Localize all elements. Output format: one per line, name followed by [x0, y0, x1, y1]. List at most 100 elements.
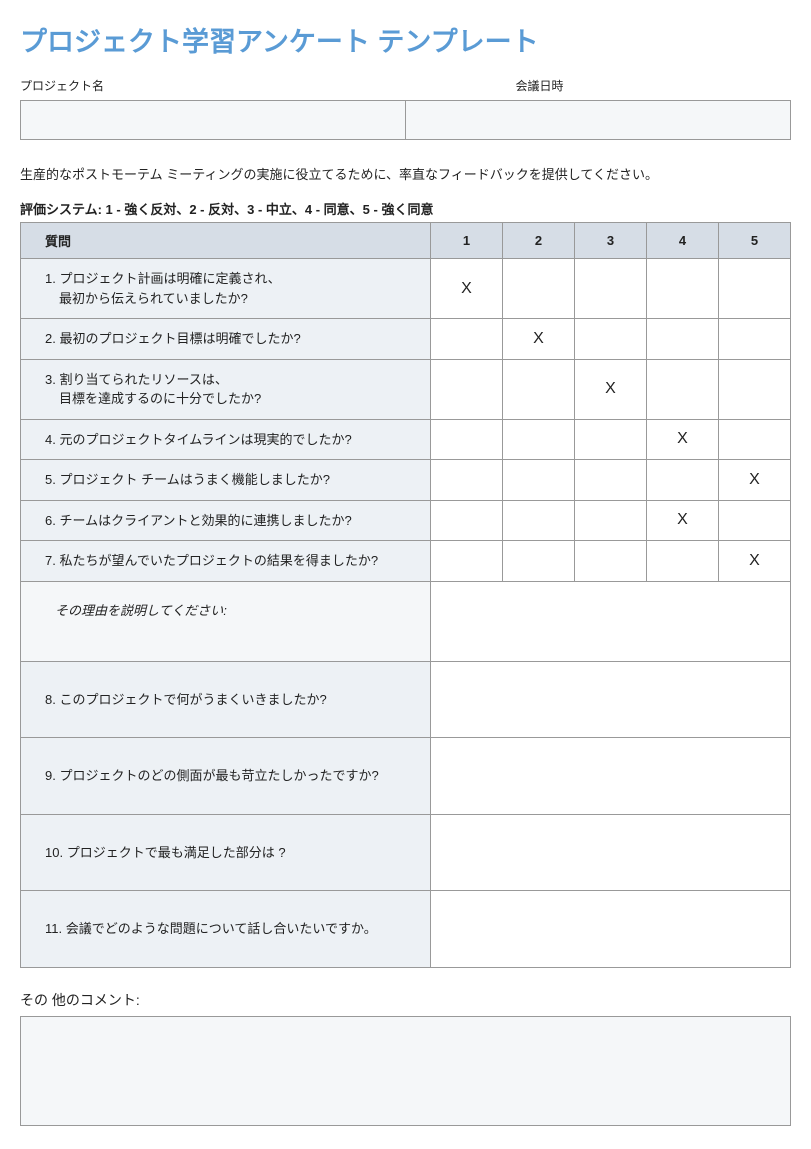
rating-cell-1[interactable] — [431, 460, 503, 501]
rating-cell-3[interactable] — [575, 419, 647, 460]
rating-cell-5[interactable]: X — [719, 541, 791, 582]
rating-cell-1[interactable] — [431, 319, 503, 360]
rating-cell-3[interactable] — [575, 319, 647, 360]
rated-question-row: 5. プロジェクト チームはうまく機能しましたか? X — [21, 460, 791, 501]
question-text: プロジェクト計画は明確に定義され、 — [59, 271, 280, 286]
open-question-row: 8. このプロジェクトで何がうまくいきましたか? — [21, 661, 791, 738]
rated-question-row: 2. 最初のプロジェクト目標は明確でしたか?X — [21, 319, 791, 360]
rated-question-row: 4. 元のプロジェクトタイムラインは現実的でしたか? X — [21, 419, 791, 460]
rating-mark: X — [749, 471, 760, 488]
meeting-date-label: 会議日時 — [516, 77, 792, 94]
rating-cell-5[interactable] — [719, 359, 791, 419]
meeting-date-input[interactable] — [405, 101, 790, 139]
question-text: このプロジェクトで何がうまくいきましたか? — [59, 692, 326, 707]
question-number: 1. — [45, 271, 56, 286]
question-text: 最初のプロジェクト目標は明確でしたか? — [59, 331, 300, 346]
survey-table: 質問 1 2 3 4 5 1. プロジェクト計画は明確に定義され、最初から伝えら… — [20, 222, 791, 968]
question-number: 5. — [45, 472, 56, 487]
question-number: 4. — [45, 432, 56, 447]
rating-cell-4[interactable] — [647, 319, 719, 360]
rating-cell-4[interactable] — [647, 541, 719, 582]
rating-mark: X — [605, 380, 616, 397]
open-answer-cell[interactable] — [431, 661, 791, 738]
question-cell: 3. 割り当てられたリソースは、目標を達成するのに十分でしたか? — [21, 359, 431, 419]
rating-cell-1[interactable] — [431, 541, 503, 582]
rating-cell-4[interactable]: X — [647, 500, 719, 541]
question-cell: 9. プロジェクトのどの側面が最も苛立たしかったですか? — [21, 738, 431, 815]
rating-cell-3[interactable]: X — [575, 359, 647, 419]
explain-row: その理由を説明してください: — [21, 581, 791, 661]
rated-question-row: 6. チームはクライアントと効果的に連携しましたか?X — [21, 500, 791, 541]
rating-cell-5[interactable] — [719, 319, 791, 360]
header-4: 4 — [647, 223, 719, 259]
question-cell: 7. 私たちが望んでいたプロジェクトの結果を得ましたか? — [21, 541, 431, 582]
intro-text: 生産的なポストモーテム ミーティングの実施に役立てるために、率直なフィードバック… — [20, 164, 791, 183]
question-number: 9. — [45, 768, 56, 783]
rating-cell-1[interactable]: X — [431, 259, 503, 319]
question-text: 会議でどのような問題について話し合いたいですか。 — [66, 921, 377, 936]
project-name-label: プロジェクト名 — [20, 77, 296, 94]
project-name-input[interactable] — [21, 101, 405, 139]
open-answer-cell[interactable] — [431, 738, 791, 815]
rated-question-row: 3. 割り当てられたリソースは、目標を達成するのに十分でしたか? X — [21, 359, 791, 419]
rating-cell-4[interactable]: X — [647, 419, 719, 460]
rating-cell-1[interactable] — [431, 359, 503, 419]
rating-cell-2[interactable] — [503, 259, 575, 319]
question-cell: 5. プロジェクト チームはうまく機能しましたか? — [21, 460, 431, 501]
rating-mark: X — [677, 430, 688, 447]
rating-cell-1[interactable] — [431, 419, 503, 460]
question-text: プロジェクト チームはうまく機能しましたか? — [59, 472, 329, 487]
rating-cell-3[interactable] — [575, 259, 647, 319]
rating-cell-4[interactable] — [647, 460, 719, 501]
question-text: プロジェクトで最も満足した部分は ? — [67, 845, 286, 860]
question-number: 10. — [45, 845, 63, 860]
question-text: プロジェクトのどの側面が最も苛立たしかったですか? — [59, 768, 378, 783]
rating-cell-2[interactable] — [503, 460, 575, 501]
explain-label: その理由を説明してください: — [21, 581, 431, 661]
question-text: 元のプロジェクトタイムラインは現実的でしたか? — [59, 432, 351, 447]
rating-cell-5[interactable] — [719, 500, 791, 541]
rating-cell-2[interactable] — [503, 419, 575, 460]
rating-mark: X — [461, 280, 472, 297]
meta-fields — [20, 100, 791, 140]
rated-question-row: 7. 私たちが望んでいたプロジェクトの結果を得ましたか? X — [21, 541, 791, 582]
rating-cell-4[interactable] — [647, 259, 719, 319]
page-title: プロジェクト学習アンケート テンプレート — [20, 20, 791, 59]
question-text: 私たちが望んでいたプロジェクトの結果を得ましたか? — [59, 553, 378, 568]
question-text: 割り当てられたリソースは、 — [59, 372, 227, 387]
rating-cell-3[interactable] — [575, 460, 647, 501]
question-number: 8. — [45, 692, 56, 707]
rating-cell-2[interactable] — [503, 541, 575, 582]
question-cell: 11. 会議でどのような問題について話し合いたいですか。 — [21, 891, 431, 968]
rating-cell-5[interactable] — [719, 419, 791, 460]
rating-cell-2[interactable] — [503, 500, 575, 541]
open-question-row: 9. プロジェクトのどの側面が最も苛立たしかったですか? — [21, 738, 791, 815]
header-1: 1 — [431, 223, 503, 259]
question-cell: 1. プロジェクト計画は明確に定義され、最初から伝えられていましたか? — [21, 259, 431, 319]
question-cell: 10. プロジェクトで最も満足した部分は ? — [21, 814, 431, 891]
rating-mark: X — [533, 330, 544, 347]
rating-cell-3[interactable] — [575, 500, 647, 541]
table-header-row: 質問 1 2 3 4 5 — [21, 223, 791, 259]
question-text: チームはクライアントと効果的に連携しましたか? — [59, 513, 351, 528]
rating-cell-3[interactable] — [575, 541, 647, 582]
rating-cell-1[interactable] — [431, 500, 503, 541]
rating-cell-5[interactable] — [719, 259, 791, 319]
rating-cell-2[interactable]: X — [503, 319, 575, 360]
question-cell: 4. 元のプロジェクトタイムラインは現実的でしたか? — [21, 419, 431, 460]
rating-scale-label: 評価システム: 1 - 強く反対、2 - 反対、3 - 中立、4 - 同意、5 … — [20, 199, 791, 218]
question-number: 11. — [45, 921, 62, 936]
rating-cell-2[interactable] — [503, 359, 575, 419]
rated-question-row: 1. プロジェクト計画は明確に定義され、最初から伝えられていましたか? X — [21, 259, 791, 319]
explain-answer-cell[interactable] — [431, 581, 791, 661]
rating-cell-5[interactable]: X — [719, 460, 791, 501]
other-comments-input[interactable] — [20, 1016, 791, 1126]
question-cell: 8. このプロジェクトで何がうまくいきましたか? — [21, 661, 431, 738]
other-comments-label: その 他のコメント: — [20, 990, 791, 1010]
open-answer-cell[interactable] — [431, 814, 791, 891]
question-number: 7. — [45, 553, 56, 568]
open-answer-cell[interactable] — [431, 891, 791, 968]
open-question-row: 11. 会議でどのような問題について話し合いたいですか。 — [21, 891, 791, 968]
rating-cell-4[interactable] — [647, 359, 719, 419]
rating-mark: X — [677, 511, 688, 528]
